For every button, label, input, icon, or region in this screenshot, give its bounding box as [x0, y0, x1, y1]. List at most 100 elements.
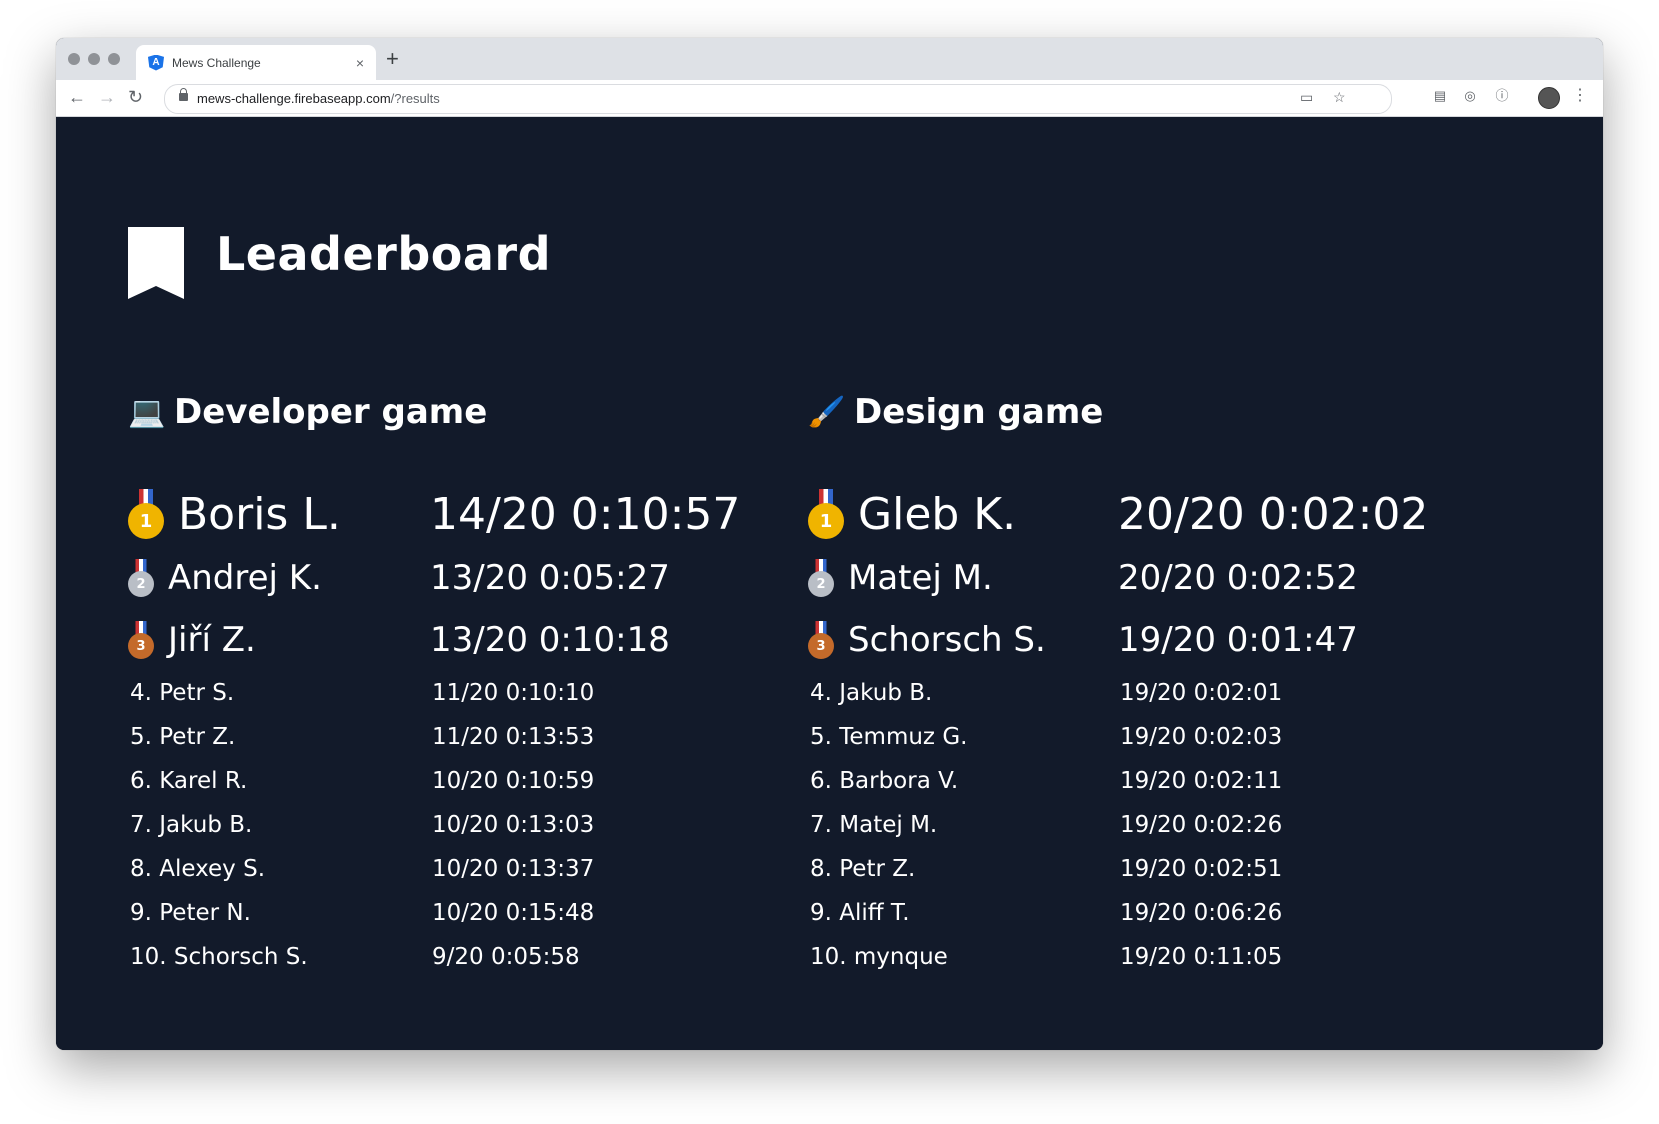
player-name: 4. Jakub B. — [810, 680, 933, 706]
back-button[interactable]: ← — [68, 86, 86, 108]
player-name: Matej M. — [848, 558, 993, 598]
leaderboard-row-1: 1 Gleb K. 20/20 0:02:02 — [808, 481, 1488, 547]
player-name: 9. Peter N. — [130, 900, 251, 926]
player-score: 19/20 0:02:11 — [1120, 768, 1283, 794]
player-score: 19/20 0:01:47 — [1118, 620, 1358, 660]
section-header: 🖌️ Design game — [808, 387, 1488, 437]
leaderboard-row-2: 2 Andrej K. 13/20 0:05:27 — [128, 547, 808, 609]
design-game-section: 🖌️ Design game 1 Gleb K. 20/20 0:02:02 2M… — [808, 387, 1488, 970]
tab-title: Mews Challenge — [172, 55, 261, 70]
player-score: 14/20 0:10:57 — [430, 488, 741, 540]
reload-button[interactable]: ↻ — [128, 86, 143, 108]
leaderboard-row-3: 3 Jiří Z. 13/20 0:10:18 — [128, 609, 808, 671]
tab-close-icon[interactable]: × — [356, 55, 364, 71]
player-score: 10/20 0:13:03 — [432, 812, 595, 838]
close-window-icon[interactable] — [68, 53, 80, 65]
table-row: 8. Petr Z. 19/20 0:02:51 — [808, 847, 1488, 891]
player-score: 13/20 0:10:18 — [430, 620, 670, 660]
table-row: 5. Temmuz G. 19/20 0:02:03 — [808, 715, 1488, 759]
bookmark-icon — [128, 227, 184, 299]
bookmark-star-icon[interactable]: ☆ — [1333, 89, 1346, 106]
angular-favicon-icon: A — [148, 54, 164, 71]
page-title: Leaderboard — [216, 227, 552, 281]
player-name: 10. Schorsch S. — [130, 944, 308, 970]
player-score: 19/20 0:06:26 — [1120, 900, 1283, 926]
browser-menu-icon[interactable]: ⋮ — [1572, 88, 1588, 104]
table-row: 8. Alexey S. 10/20 0:13:37 — [128, 847, 808, 891]
gold-medal-icon: 1 — [128, 489, 164, 539]
browser-window: A Mews Challenge × + ← → ↻ mews-challeng… — [56, 38, 1603, 1050]
player-name: 6. Karel R. — [130, 768, 248, 794]
browser-tab[interactable]: A Mews Challenge × — [136, 45, 376, 80]
bronze-medal-icon: 3 — [808, 621, 834, 659]
section-title: Design game — [854, 392, 1104, 432]
laptop-icon: 💻 — [128, 394, 166, 430]
player-name: 7. Jakub B. — [130, 812, 253, 838]
developer-game-section: 💻 Developer game 1 Boris L. 14/20 0:10:57… — [128, 387, 808, 970]
extension-info-icon[interactable]: ⓘ — [1494, 88, 1510, 104]
table-row: 9. Aliff T. 19/20 0:06:26 — [808, 891, 1488, 935]
player-name: 5. Temmuz G. — [810, 724, 968, 750]
player-name: Schorsch S. — [848, 620, 1046, 660]
minimize-window-icon[interactable] — [88, 53, 100, 65]
player-name: 5. Petr Z. — [130, 724, 236, 750]
table-row: 7. Matej M. 19/20 0:02:26 — [808, 803, 1488, 847]
profile-avatar-icon[interactable] — [1538, 87, 1560, 109]
player-score: 19/20 0:11:05 — [1120, 944, 1283, 970]
player-name: 8. Petr Z. — [810, 856, 916, 882]
player-name: Jiří Z. — [168, 620, 256, 660]
player-name: 4. Petr S. — [130, 680, 235, 706]
player-score: 10/20 0:13:37 — [432, 856, 595, 882]
developer-leaderboard: 1 Boris L. 14/20 0:10:57 2 Andrej K. 13/20… — [128, 481, 808, 979]
url-text: mews-challenge.firebaseapp.com/?results — [197, 91, 440, 106]
player-name: 8. Alexey S. — [130, 856, 266, 882]
table-row: 5. Petr Z. 11/20 0:13:53 — [128, 715, 808, 759]
table-row: 7. Jakub B. 10/20 0:13:03 — [128, 803, 808, 847]
leaderboard-row-2: 2 Matej M. 20/20 0:02:52 — [808, 547, 1488, 609]
url-path: /?results — [390, 91, 440, 106]
url-host: mews-challenge.firebaseapp.com — [197, 91, 391, 106]
table-row: 10. Schorsch S. 9/20 0:05:58 — [128, 935, 808, 979]
player-name: 6. Barbora V. — [810, 768, 959, 794]
player-score: 9/20 0:05:58 — [432, 944, 580, 970]
forward-button[interactable]: → — [98, 86, 116, 108]
player-name: Boris L. — [178, 488, 341, 540]
player-name: Andrej K. — [168, 558, 322, 598]
silver-medal-icon: 2 — [808, 559, 834, 597]
player-name: 10. mynque — [810, 944, 948, 970]
silver-medal-icon: 2 — [128, 559, 154, 597]
paintbrush-icon: 🖌️ — [808, 394, 846, 430]
table-row: 4. Jakub B. 19/20 0:02:01 — [808, 671, 1488, 715]
browser-toolbar: ← → ↻ mews-challenge.firebaseapp.com/?re… — [56, 80, 1603, 117]
address-bar[interactable]: mews-challenge.firebaseapp.com/?results … — [164, 84, 1392, 114]
section-title: Developer game — [174, 392, 488, 432]
maximize-window-icon[interactable] — [108, 53, 120, 65]
table-row: 9. Peter N. 10/20 0:15:48 — [128, 891, 808, 935]
leaderboard-row-1: 1 Boris L. 14/20 0:10:57 — [128, 481, 808, 547]
section-header: 💻 Developer game — [128, 387, 808, 437]
player-score: 20/20 0:02:02 — [1118, 488, 1429, 540]
leaderboard-page: Leaderboard 💻 Developer game 1 Boris L. 1… — [56, 117, 1603, 1050]
table-row: 4. Petr S. 11/20 0:10:10 — [128, 671, 808, 715]
player-score: 13/20 0:05:27 — [430, 558, 670, 598]
player-name: 7. Matej M. — [810, 812, 938, 838]
player-name: 9. Aliff T. — [810, 900, 910, 926]
tab-strip: A Mews Challenge × + — [56, 38, 1603, 80]
player-score: 19/20 0:02:51 — [1120, 856, 1283, 882]
table-row: 6. Karel R. 10/20 0:10:59 — [128, 759, 808, 803]
lock-icon — [179, 88, 188, 101]
player-score: 19/20 0:02:03 — [1120, 724, 1283, 750]
new-tab-button[interactable]: + — [386, 48, 399, 70]
leaderboard-row-3: 3 Schorsch S. 19/20 0:01:47 — [808, 609, 1488, 671]
player-score: 11/20 0:10:10 — [432, 680, 595, 706]
player-score: 19/20 0:02:26 — [1120, 812, 1283, 838]
extension-circle-icon[interactable]: ◎ — [1462, 88, 1478, 104]
player-score: 11/20 0:13:53 — [432, 724, 595, 750]
player-score: 10/20 0:10:59 — [432, 768, 595, 794]
player-name: Gleb K. — [858, 488, 1017, 540]
table-row: 6. Barbora V. 19/20 0:02:11 — [808, 759, 1488, 803]
extension-printer-icon[interactable]: ▤ — [1432, 88, 1448, 104]
cast-icon[interactable]: ▭ — [1300, 89, 1313, 106]
bronze-medal-icon: 3 — [128, 621, 154, 659]
player-score: 20/20 0:02:52 — [1118, 558, 1358, 598]
